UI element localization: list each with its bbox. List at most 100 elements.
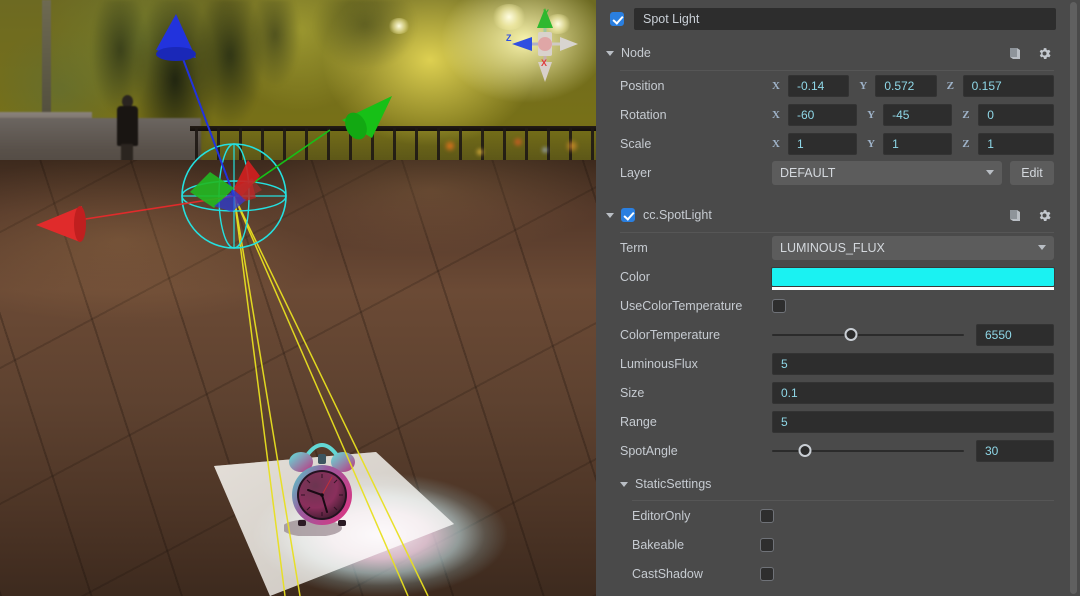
luminous-flux-label: LuminousFlux (620, 356, 698, 371)
term-row: Term LUMINOUS_FLUX (596, 233, 1068, 262)
node-section-title: Node (621, 46, 651, 60)
inspector-scrollbar[interactable] (1069, 0, 1078, 596)
use-color-temperature-checkbox[interactable] (772, 298, 786, 313)
layer-label: Layer (620, 165, 652, 180)
rotation-x-input[interactable]: -60 (788, 103, 858, 126)
layer-select[interactable]: DEFAULT (772, 160, 1002, 185)
node-section-header[interactable]: Node (596, 41, 1068, 65)
position-z-input[interactable]: 0.157 (962, 74, 1055, 97)
rotation-z-axis-label: Z (962, 108, 970, 121)
size-label: Size (620, 385, 645, 400)
scale-z-value: 1 (987, 136, 994, 151)
position-x-axis-label: X (772, 79, 780, 92)
term-value: LUMINOUS_FLUX (780, 240, 885, 255)
axis-label-x: X (541, 58, 547, 68)
size-row: Size 0.1 (596, 378, 1068, 407)
range-value: 5 (781, 414, 788, 429)
slider-track (772, 333, 964, 336)
scale-y-axis-label: Y (867, 137, 876, 150)
static-settings-title: StaticSettings (635, 477, 712, 491)
spot-angle-input[interactable]: 30 (976, 439, 1054, 462)
use-color-temperature-label: UseColorTemperature (620, 298, 743, 313)
inspector-panel: Spot Light Node Position X -0.14 Y 0.572… (596, 0, 1080, 596)
luminous-flux-row: LuminousFlux 5 (596, 349, 1068, 378)
axis-orientation-widget[interactable]: Y X Z (502, 4, 588, 88)
scale-label: Scale (620, 136, 652, 151)
slider-knob[interactable] (798, 444, 812, 457)
chevron-down-icon[interactable] (606, 212, 614, 218)
rotation-z-value: 0 (987, 107, 994, 122)
spot-angle-slider[interactable] (772, 440, 964, 462)
color-label: Color (620, 269, 650, 284)
rotation-y-value: -45 (892, 107, 910, 122)
term-select[interactable]: LUMINOUS_FLUX (772, 235, 1054, 260)
alarm-clock-model[interactable] (282, 432, 360, 537)
luminous-flux-value: 5 (781, 356, 788, 371)
book-icon[interactable] (1008, 46, 1023, 61)
layer-edit-label: Edit (1021, 165, 1043, 180)
spot-angle-label: SpotAngle (620, 443, 678, 458)
layer-edit-button[interactable]: Edit (1010, 160, 1054, 185)
range-row: Range 5 (596, 407, 1068, 436)
position-label: Position (620, 78, 665, 93)
rotation-z-input[interactable]: 0 (978, 103, 1055, 126)
inspector-scrollbar-thumb[interactable] (1070, 2, 1077, 594)
position-z-axis-label: Z (946, 79, 954, 92)
slider-knob[interactable] (844, 328, 858, 341)
rotation-x-value: -60 (797, 107, 815, 122)
layer-row: Layer DEFAULT Edit (596, 158, 1068, 187)
cast-shadow-label: CastShadow (632, 566, 703, 581)
editor-only-checkbox[interactable] (760, 508, 774, 523)
axis-label-z: Z (506, 33, 512, 43)
rotation-y-input[interactable]: -45 (883, 103, 953, 126)
color-temperature-slider[interactable] (772, 324, 964, 346)
spotlight-section-title: cc.SpotLight (643, 208, 712, 222)
position-y-value: 0.572 (884, 78, 915, 93)
scale-y-value: 1 (892, 136, 899, 151)
gear-icon[interactable] (1037, 208, 1052, 223)
axis-label-y: Y (543, 8, 549, 18)
scale-row: Scale X 1 Y 1 Z 1 (596, 129, 1068, 158)
chevron-down-icon[interactable] (606, 50, 614, 56)
node-name-row: Spot Light (596, 5, 1068, 33)
rotation-label: Rotation (620, 107, 667, 122)
node-name-field[interactable]: Spot Light (634, 8, 1056, 30)
node-enabled-checkbox[interactable] (610, 12, 624, 26)
position-y-axis-label: Y (859, 79, 868, 92)
position-row: Position X -0.14 Y 0.572 Z 0.157 (596, 71, 1068, 100)
color-swatch[interactable] (772, 267, 1054, 290)
position-x-input[interactable]: -0.14 (788, 74, 850, 97)
spotlight-section-header[interactable]: cc.SpotLight (596, 203, 1068, 227)
chevron-down-icon (1038, 245, 1046, 250)
spotlight-enabled-checkbox[interactable] (621, 208, 635, 222)
scale-x-axis-label: X (772, 137, 780, 150)
spot-angle-value: 30 (985, 443, 999, 458)
bakeable-row: Bakeable (596, 530, 1068, 559)
scale-z-input[interactable]: 1 (978, 132, 1055, 155)
color-temperature-label: ColorTemperature (620, 327, 721, 342)
book-icon[interactable] (1008, 208, 1023, 223)
cast-shadow-checkbox[interactable] (760, 566, 774, 581)
position-y-input[interactable]: 0.572 (875, 74, 937, 97)
range-input[interactable]: 5 (772, 410, 1054, 433)
use-color-temperature-row: UseColorTemperature (596, 291, 1068, 320)
color-row: Color (596, 262, 1068, 291)
spot-angle-row: SpotAngle 30 (596, 436, 1068, 465)
color-temperature-row: ColorTemperature 6550 (596, 320, 1068, 349)
luminous-flux-input[interactable]: 5 (772, 352, 1054, 375)
color-temperature-input[interactable]: 6550 (976, 323, 1054, 346)
bakeable-checkbox[interactable] (760, 537, 774, 552)
size-value: 0.1 (781, 385, 798, 400)
position-z-value: 0.157 (971, 78, 1002, 93)
scale-x-input[interactable]: 1 (788, 132, 858, 155)
scale-y-input[interactable]: 1 (883, 132, 953, 155)
chevron-down-icon[interactable] (620, 481, 628, 487)
scene-3d-viewport[interactable]: Y X Z (0, 0, 596, 596)
gear-icon[interactable] (1037, 46, 1052, 61)
color-temperature-value: 6550 (985, 327, 1012, 342)
editor-window: Y X Z Spot Light Node Position X -0.14 Y… (0, 0, 1080, 596)
scale-z-axis-label: Z (962, 137, 970, 150)
range-label: Range (620, 414, 657, 429)
static-settings-header[interactable]: StaticSettings (596, 471, 1068, 497)
size-input[interactable]: 0.1 (772, 381, 1054, 404)
